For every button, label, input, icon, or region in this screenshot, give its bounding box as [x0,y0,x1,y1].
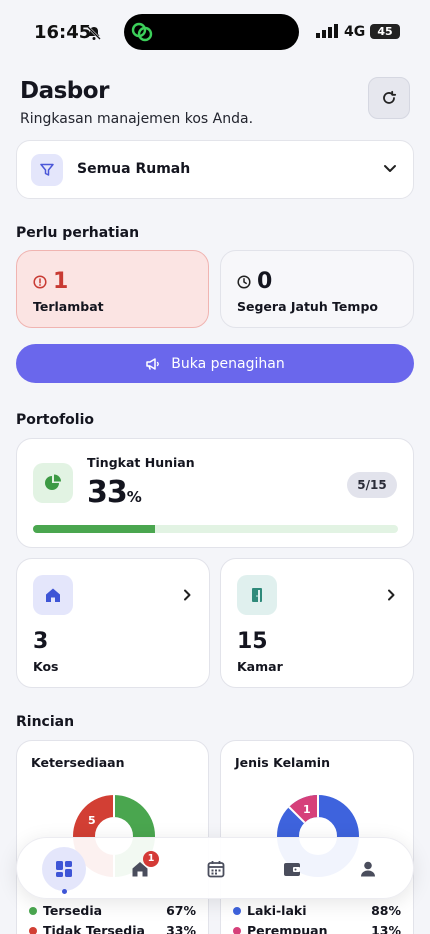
nav-dashboard[interactable] [42,847,86,891]
details-heading: Rincian [16,714,75,730]
late-count: 1 [53,269,69,294]
home-icon [46,588,60,602]
page-subtitle: Ringkasan manajemen kos Anda. [20,111,254,127]
occupancy-unit: % [126,488,142,506]
legend-dot [29,906,37,915]
due-soon-count: 0 [257,269,273,294]
occupancy-card: Tingkat Hunian 33% 5/15 [16,438,414,548]
signal-icon [316,24,338,38]
gender-title: Jenis Kelamin [235,755,330,770]
house-filter-select[interactable]: Semua Rumah [16,140,414,199]
occupancy-ratio: 5/15 [347,472,397,498]
user-icon [361,861,375,877]
page-title: Dasbor [20,78,109,104]
kos-label: Kos [33,659,59,674]
late-label: Terlambat [33,299,104,314]
due-soon-label: Segera Jatuh Tempo [237,299,378,314]
legend-label: Perempuan [247,923,328,934]
wallet-icon [284,863,300,876]
availability-legend-available: Tersedia [29,903,102,918]
legend-pct: 67% [166,903,196,918]
gender-legend-female: Perempuan [233,923,328,934]
late-payments-card[interactable]: 1 Terlambat [16,250,209,328]
dynamic-island [124,14,299,50]
nav-active-indicator [62,889,67,894]
filter-label: Semua Rumah [77,161,191,177]
nav-wallet[interactable] [270,847,314,891]
pie-chart-icon [45,474,61,490]
legend-label: Laki-laki [247,903,307,918]
occupancy-value: 33 [87,475,128,510]
availability-slice-label: 5 [88,814,96,827]
due-soon-card[interactable]: 0 Segera Jatuh Tempo [220,250,414,328]
refresh-icon [383,90,397,104]
portfolio-heading: Portofolio [16,412,95,428]
dashboard-icon [56,861,72,877]
bottom-nav: 1 [16,837,414,899]
nav-calendar[interactable] [194,847,238,891]
gender-slice-label: 1 [303,803,311,816]
megaphone-icon [146,357,160,370]
network-type: 4G [344,24,366,40]
nav-profile[interactable] [346,847,390,891]
occupancy-progress [33,525,398,533]
filter-icon [40,163,54,176]
legend-label: Tidak Tersedia [43,923,145,934]
kamar-card[interactable]: 15 Kamar [220,558,414,688]
app-activity-icon [131,22,153,42]
attention-heading: Perlu perhatian [16,225,140,241]
kamar-count: 15 [237,629,268,654]
open-billing-button[interactable]: Buka penagihan [16,344,414,383]
clock-icon [237,275,251,289]
status-bar: 16:45 4G 45 [0,0,430,62]
legend-dot [233,906,241,915]
occupancy-icon-box [33,463,73,503]
legend-label: Tersedia [43,903,103,918]
alert-circle-icon [33,275,47,289]
occupancy-label: Tingkat Hunian [87,455,195,470]
kamar-icon-box [237,575,277,615]
availability-legend-unavailable: Tidak Tersedia [29,923,145,934]
chevron-right-icon [184,589,191,601]
nav-houses-badge: 1 [143,851,159,867]
occupancy-progress-fill [33,525,155,533]
battery-indicator: 45 [370,24,400,39]
chevron-down-icon [384,165,396,172]
status-time: 16:45 [34,22,92,43]
legend-dot [233,926,241,934]
legend-pct: 13% [371,923,401,934]
refresh-button[interactable] [368,77,410,119]
billing-button-label: Buka penagihan [171,355,285,372]
occupancy-value-wrap: 33% [87,475,142,510]
legend-pct: 33% [166,923,196,934]
kos-card[interactable]: 3 Kos [16,558,210,688]
availability-title: Ketersediaan [31,755,125,770]
legend-dot [29,926,37,934]
filter-icon-box [31,154,63,186]
calendar-icon [207,861,225,878]
legend-pct: 88% [371,903,401,918]
chevron-right-icon [388,589,395,601]
kos-count: 3 [33,629,49,654]
door-icon [252,588,262,602]
kos-icon-box [33,575,73,615]
bell-off-icon [87,26,101,40]
gender-legend-male: Laki-laki [233,903,307,918]
kamar-label: Kamar [237,659,283,674]
